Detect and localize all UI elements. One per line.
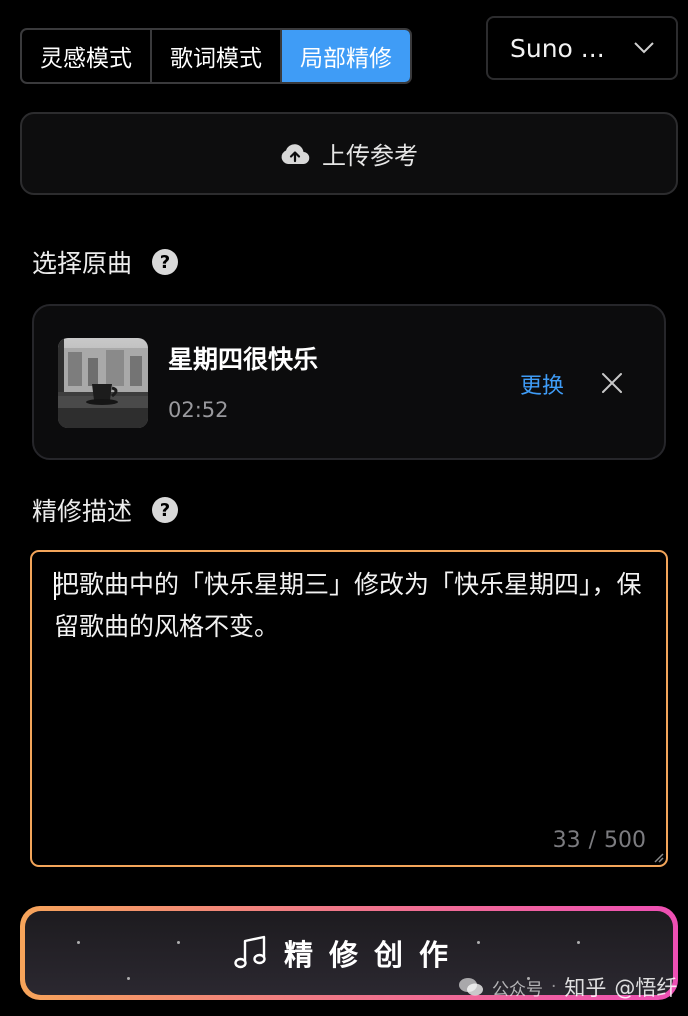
- original-song-heading: 选择原曲 ?: [32, 244, 179, 280]
- music-note-icon: [234, 935, 266, 969]
- wechat-icon: [459, 978, 483, 996]
- watermark: 公众号 · 知乎 @悟纤: [458, 972, 677, 1002]
- description-textarea[interactable]: 把歌曲中的「快乐星期三」修改为「快乐星期四」，保留歌曲的风格不变。 33 / 5…: [30, 550, 668, 867]
- description-text: 把歌曲中的「快乐星期三」修改为「快乐星期四」，保留歌曲的风格不变。: [54, 570, 642, 641]
- character-counter: 33 / 500: [553, 828, 646, 853]
- model-select-value: Suno ...: [510, 33, 605, 63]
- watermark-site: 知乎: [564, 976, 607, 1000]
- model-select[interactable]: Suno ...: [486, 16, 678, 80]
- upload-reference-label: 上传参考: [322, 142, 418, 170]
- resize-grip-icon[interactable]: [652, 851, 664, 863]
- sparkle-dot: [577, 941, 580, 944]
- cloud-upload-icon: [281, 143, 310, 164]
- sparkle-dot: [127, 977, 130, 980]
- description-heading: 精修描述 ?: [32, 492, 179, 528]
- mode-tabs: 灵感模式 歌词模式 局部精修: [20, 28, 412, 84]
- char-count-max: 500: [604, 828, 646, 853]
- original-song-title: 选择原曲: [32, 249, 133, 278]
- refine-create-label: 精修创作: [283, 938, 464, 972]
- replace-song-button[interactable]: 更换: [520, 368, 564, 400]
- sparkle-dot: [77, 941, 80, 944]
- watermark-separator: ·: [551, 977, 557, 997]
- upload-reference-button[interactable]: 上传参考: [20, 112, 678, 195]
- tab-inspiration-mode[interactable]: 灵感模式: [22, 30, 152, 82]
- selected-song-card: 星期四很快乐 02:52 更换: [32, 304, 666, 460]
- watermark-author: @悟纤: [614, 976, 678, 1000]
- char-count-current: 33: [552, 828, 581, 853]
- sparkle-dot: [177, 941, 180, 944]
- close-icon[interactable]: [601, 372, 623, 394]
- song-duration: 02:52: [168, 398, 229, 422]
- tab-partial-refine[interactable]: 局部精修: [282, 30, 410, 82]
- song-cover-image: [58, 338, 148, 428]
- char-count-separator: /: [588, 828, 596, 853]
- question-circle-icon[interactable]: ?: [152, 249, 179, 275]
- tab-lyrics-mode[interactable]: 歌词模式: [152, 30, 282, 82]
- sparkle-dot: [477, 941, 480, 944]
- song-title: 星期四很快乐: [168, 345, 319, 374]
- watermark-source: 公众号: [492, 979, 543, 1000]
- description-title: 精修描述: [32, 497, 133, 526]
- question-circle-icon[interactable]: ?: [152, 497, 179, 523]
- chevron-down-icon: [634, 42, 654, 54]
